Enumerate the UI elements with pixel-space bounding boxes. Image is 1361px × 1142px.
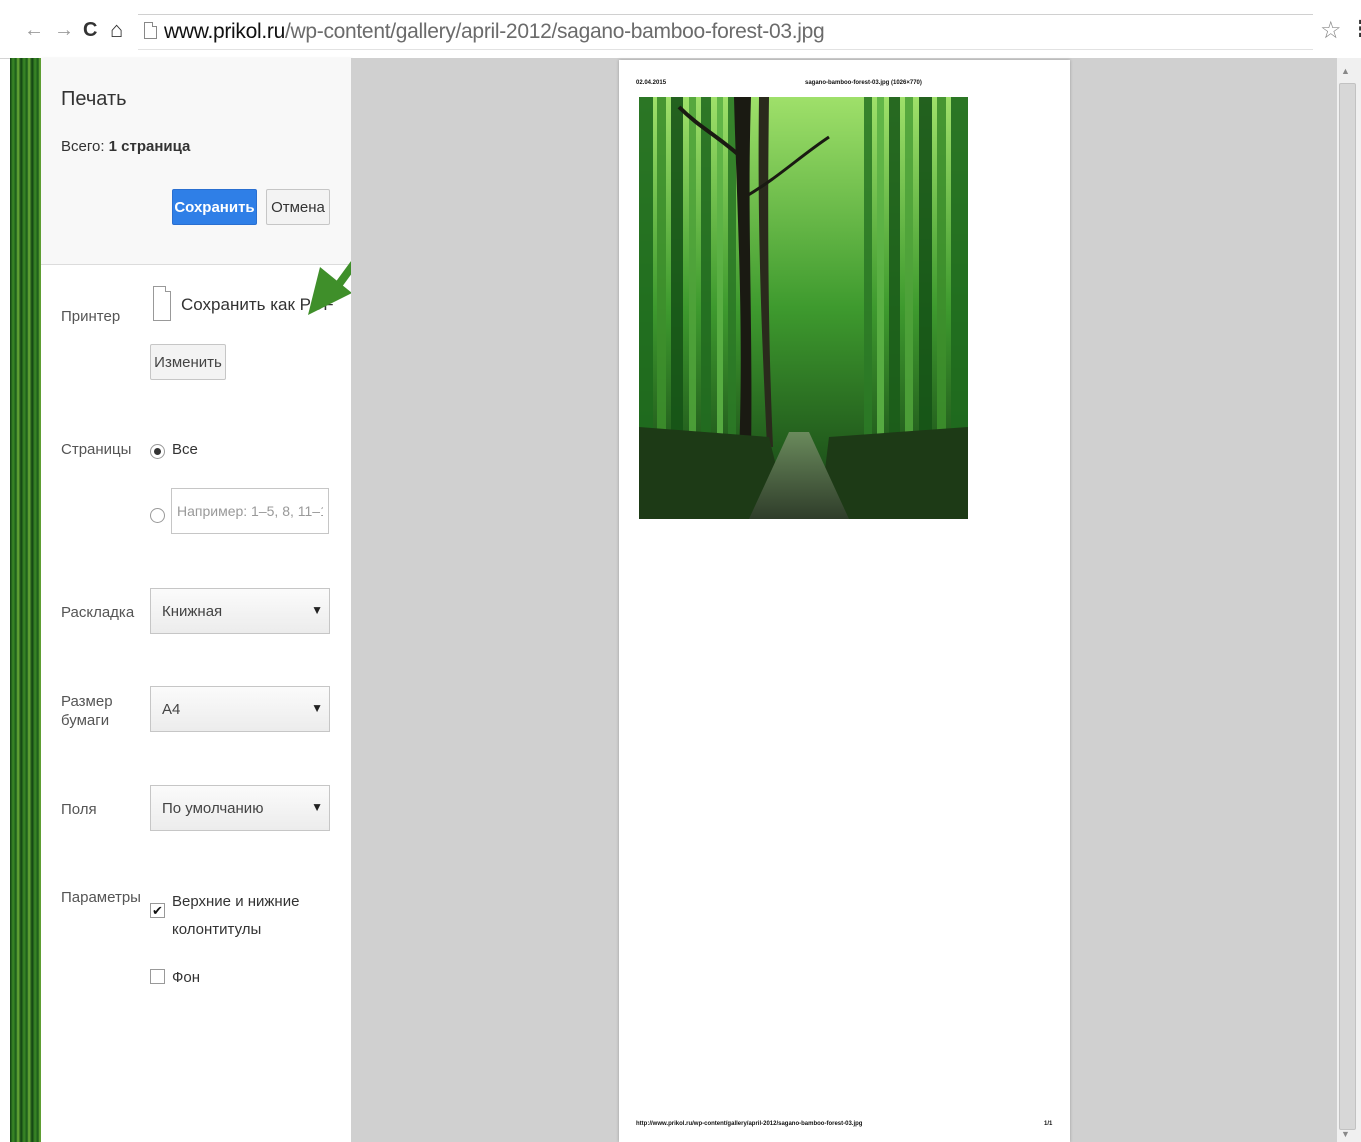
pages-label: Страницы [61,441,132,458]
headers-footers-label-line2: колонтитулы [172,921,262,938]
browser-toolbar: ← → C ⌂ www.prikol.ru/wp-content/gallery… [0,0,1361,59]
paper-size-value: A4 [162,701,181,718]
scroll-down-icon[interactable]: ▼ [1341,1129,1350,1139]
background-label: Фон [172,969,201,986]
headers-footers-label-line1: Верхние и нижние [172,893,300,910]
change-printer-button[interactable]: Изменить [150,344,226,380]
pdf-file-icon [153,286,171,321]
chevron-down-icon: ▼ [311,603,323,617]
home-icon[interactable]: ⌂ [110,18,123,42]
bamboo-forest-photo [639,97,968,519]
pages-range-input[interactable] [171,488,329,534]
scroll-thumb[interactable] [1339,83,1356,1130]
forward-icon[interactable]: → [54,18,74,42]
layout-value: Книжная [162,603,223,620]
address-bar[interactable]: www.prikol.ru/wp-content/gallery/april-2… [138,14,1313,50]
margins-value: По умолчанию [162,800,264,817]
preview-footer-page: 1/1 [1044,1121,1053,1127]
page-icon [144,22,157,39]
total-value: 1 страница [108,138,191,155]
preview-page: 02.04.2015 sagano-bamboo-forest-03.jpg (… [619,60,1070,1142]
margins-select[interactable]: По умолчанию ▼ [150,785,330,831]
total-label: Всего: [61,138,105,155]
chevron-down-icon: ▼ [311,800,323,814]
paper-size-select[interactable]: A4 ▼ [150,686,330,732]
preview-header-title: sagano-bamboo-forest-03.jpg (1026×770) [805,80,922,86]
print-preview-area: 02.04.2015 sagano-bamboo-forest-03.jpg (… [351,58,1337,1142]
margins-label: Поля [61,801,97,818]
preview-header-date: 02.04.2015 [636,80,667,86]
chevron-down-icon: ▼ [311,701,323,715]
preview-scrollbar[interactable]: ▲ ▼ [1337,58,1361,1142]
headers-footers-label: Верхние и нижние колонтитулы [172,888,299,944]
options-label: Параметры [61,889,141,906]
background-checkbox[interactable] [150,969,165,984]
reload-icon[interactable]: C [83,18,97,42]
layout-select[interactable]: Книжная ▼ [150,588,330,634]
scroll-up-icon[interactable]: ▲ [1341,66,1350,76]
pages-all-radio[interactable] [150,444,165,459]
pages-custom-radio[interactable] [150,508,165,523]
total-pages: Всего: 1 страница [61,138,190,155]
browser-menu-icon[interactable]: ⋮ [1350,16,1361,42]
headers-footers-checkbox[interactable]: ✔ [150,903,165,918]
paper-size-label-line2: бумаги [61,712,110,729]
url-host: www.prikol.ru [164,20,285,43]
window-left-edge [0,0,10,1142]
print-title: Печать [61,88,127,110]
layout-label: Раскладка [61,604,135,621]
background-page-image [10,58,41,1142]
paper-size-label: Размер бумаги [61,692,113,730]
paper-size-label-line1: Размер [61,693,113,710]
back-icon[interactable]: ← [24,18,44,42]
preview-footer-url: http://www.prikol.ru/wp-content/gallery/… [636,1121,863,1127]
pages-all-label: Все [172,441,198,458]
url-path: /wp-content/gallery/april-2012/sagano-ba… [284,20,825,43]
bookmark-star-icon[interactable]: ☆ [1320,16,1342,45]
printer-label: Принтер [61,308,121,325]
url-text[interactable]: www.prikol.ru/wp-content/gallery/april-2… [164,20,825,44]
save-button[interactable]: Сохранить [172,189,257,225]
